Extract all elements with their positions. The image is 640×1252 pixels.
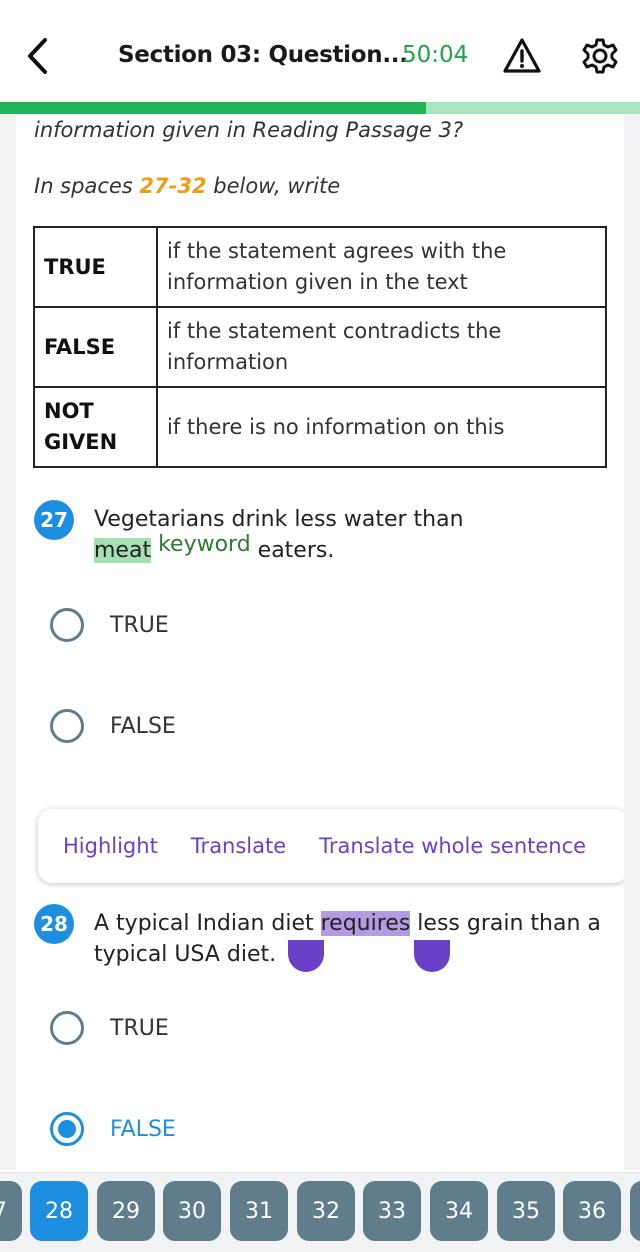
radio-button-selected[interactable] [50, 1112, 84, 1146]
key-cell: NOT GIVEN [33, 386, 158, 468]
answer-key-table: TRUE if the statement agrees with the in… [33, 226, 607, 468]
page-button[interactable]: 35 [497, 1181, 555, 1241]
right-gutter [624, 114, 640, 1170]
left-gutter [0, 114, 16, 1170]
question-text-start: A typical Indian diet [94, 911, 321, 936]
gear-icon [582, 38, 618, 74]
instruction-suffix: below, write [206, 174, 341, 198]
table-row: FALSE if the statement contradicts the i… [33, 306, 607, 388]
page-button[interactable]: 32 [297, 1181, 355, 1241]
page-button[interactable]: 33 [363, 1181, 421, 1241]
question-text[interactable]: A typical Indian diet requires less grai… [94, 908, 604, 970]
meaning-cell: if the statement agrees with the informa… [156, 226, 607, 308]
question-number-badge: 27 [34, 500, 74, 540]
table-row: NOT GIVEN if there is no information on … [33, 386, 607, 468]
page-button[interactable]: 31 [230, 1181, 288, 1241]
top-bar: Section 03: Question... 50:04 [0, 0, 640, 102]
translate-sentence-button[interactable]: Translate whole sentence [319, 834, 586, 858]
key-cell: FALSE [33, 306, 158, 388]
option-false[interactable]: FALSE [50, 701, 450, 751]
text-selection-menu: Highlight Translate Translate whole sent… [38, 809, 624, 883]
page-button-partial[interactable] [630, 1181, 640, 1241]
option-label: FALSE [110, 1116, 176, 1142]
meaning-cell: if the statement contradicts the informa… [156, 306, 607, 388]
question-text-end: eaters. [250, 538, 335, 563]
page-button[interactable]: 34 [430, 1181, 488, 1241]
page-button[interactable]: 27 [0, 1181, 22, 1241]
report-button[interactable] [502, 36, 542, 76]
instruction-prefix: In spaces [34, 174, 140, 198]
key-cell: TRUE [33, 226, 158, 308]
question-text-start: Vegetarians drink less water than [94, 507, 464, 532]
highlighted-word[interactable]: meat [94, 538, 152, 563]
question-range: 27-32 [139, 174, 207, 198]
progress-bar [0, 102, 640, 114]
radio-button[interactable] [50, 1011, 84, 1045]
radio-button[interactable] [50, 709, 84, 743]
highlight-button[interactable]: Highlight [63, 834, 158, 858]
selected-word[interactable]: requires [320, 911, 411, 936]
instruction-spaces: In spaces 27-32 below, write [34, 174, 340, 198]
question-content: information given in Reading Passage 3? … [16, 114, 624, 1170]
page-title: Section 03: Question... [118, 42, 408, 68]
option-label: TRUE [110, 612, 169, 638]
option-true[interactable]: TRUE [50, 600, 450, 650]
countdown-timer: 50:04 [402, 42, 469, 68]
warning-icon [503, 38, 541, 73]
question-number-badge: 28 [34, 904, 74, 944]
option-label: FALSE [110, 713, 176, 739]
progress-fill [0, 102, 426, 114]
option-label: TRUE [110, 1015, 169, 1041]
translate-button[interactable]: Translate [191, 834, 286, 858]
page-button-active[interactable]: 28 [30, 1181, 88, 1241]
keyword-note[interactable]: keyword [158, 532, 251, 557]
back-button[interactable] [18, 36, 58, 76]
chevron-left-icon [28, 38, 47, 74]
instruction-line: information given in Reading Passage 3? [34, 118, 464, 142]
option-true[interactable]: TRUE [50, 1003, 450, 1053]
question-navigator: 27 28 29 30 31 32 33 34 35 36 [0, 1172, 640, 1252]
question-text[interactable]: Vegetarians drink less water than meat k… [94, 504, 604, 566]
meaning-cell: if there is no information on this [156, 386, 607, 468]
table-row: TRUE if the statement agrees with the in… [33, 226, 607, 308]
page-button[interactable]: 29 [97, 1181, 155, 1241]
page-button[interactable]: 36 [563, 1181, 621, 1241]
settings-button[interactable] [580, 36, 620, 76]
page-button[interactable]: 30 [163, 1181, 221, 1241]
option-false[interactable]: FALSE [50, 1104, 450, 1154]
radio-button[interactable] [50, 608, 84, 642]
